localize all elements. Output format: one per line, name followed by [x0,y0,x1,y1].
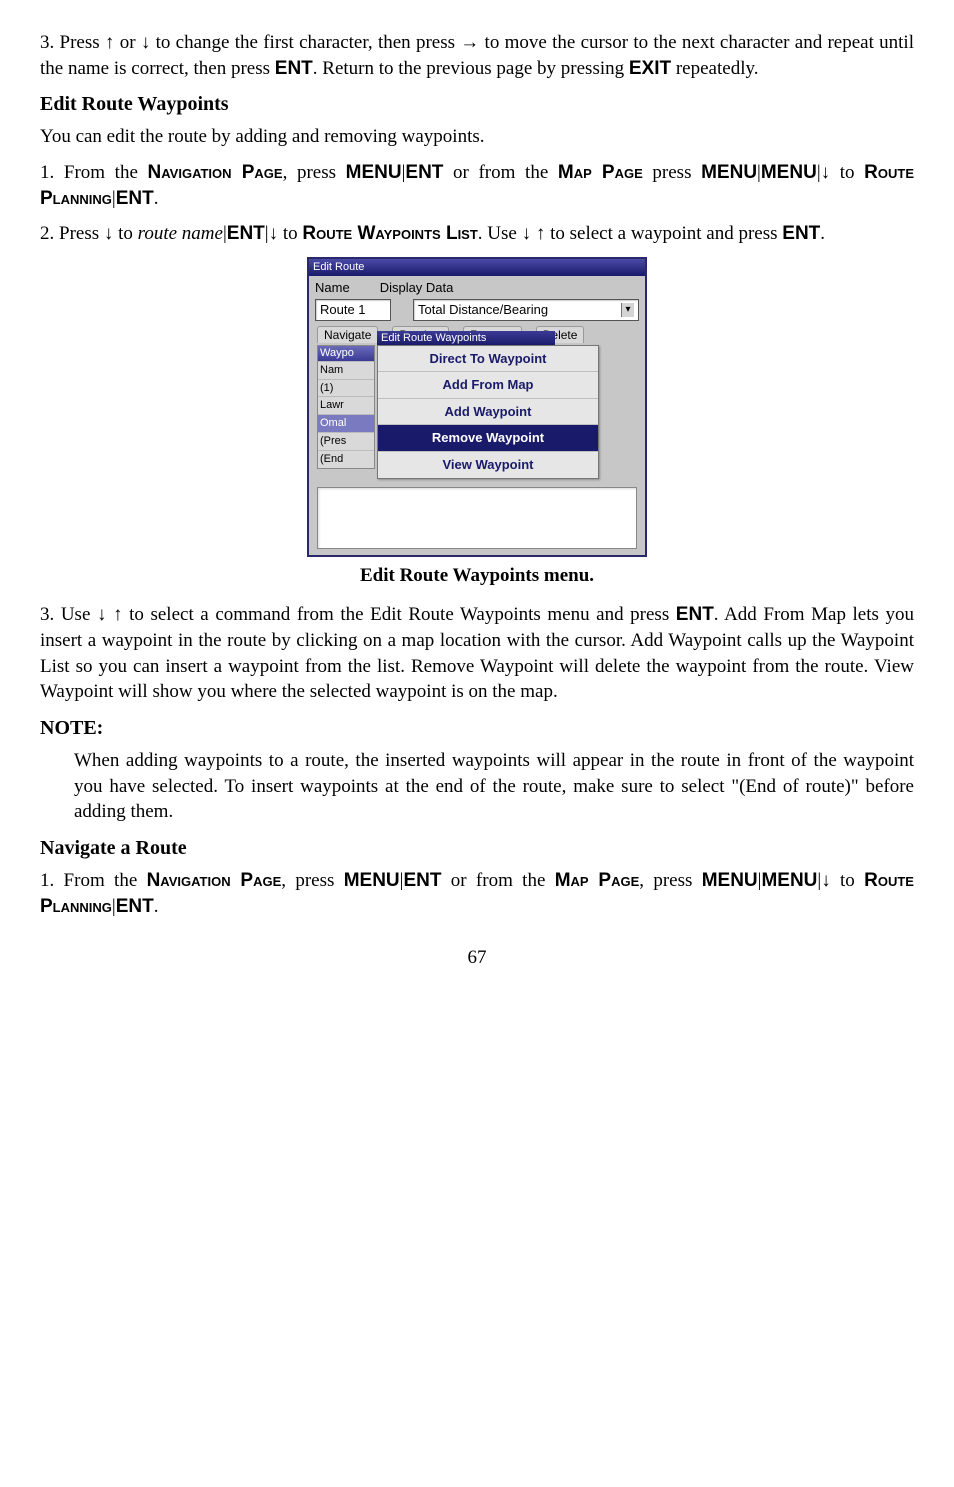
text: 3. Use [40,604,97,625]
note-body: When adding waypoints to a route, the in… [74,748,914,825]
key-ent: ENT [116,188,154,209]
key-menu: MENU [761,870,817,891]
text: to [278,223,302,244]
heading-navigate-route: Navigate a Route [40,835,914,862]
text: . Return to the previous page by pressin… [313,58,629,79]
text: . [154,896,159,917]
display-data-field[interactable]: Total Distance/Bearing ▾ [413,299,639,321]
dropdown-icon[interactable]: ▾ [621,303,634,317]
route-name-value: Route 1 [320,301,366,319]
text: to [831,870,864,891]
map-page: Map Page [555,870,640,891]
menu-item-add-from-map[interactable]: Add From Map [378,372,598,399]
text: repeatedly. [671,58,758,79]
inner-window-titlebar: Edit Route Waypoints [377,331,555,346]
paragraph-step3: 3. Use ↓ ↑ to select a command from the … [40,602,914,705]
text: 2. Press [40,223,104,244]
key-ent: ENT [227,223,265,244]
left-cell: (End [318,450,374,468]
down-arrow-icon: ↓ [269,223,279,244]
key-ent: ENT [782,223,820,244]
up-arrow-icon: ↑ [113,604,123,625]
text: , press [283,162,346,183]
page-number: 67 [40,945,914,971]
paragraph-step3-intro: 3. Press ↑ or ↓ to change the first char… [40,30,914,81]
down-arrow-icon: ↓ [821,162,831,183]
left-cell: Lawr [318,396,374,414]
down-arrow-icon: ↓ [821,870,831,891]
up-arrow-icon: ↑ [105,32,115,53]
menu-item-view-waypoint[interactable]: View Waypoint [378,452,598,478]
display-data-value: Total Distance/Bearing [418,301,548,319]
up-arrow-icon: ↑ [536,223,546,244]
window-titlebar: Edit Route [309,259,645,276]
route-waypoints-list: Route Waypoints List [302,223,477,244]
map-page: Map Page [558,162,643,183]
left-cell: (Pres [318,432,374,450]
key-ent: ENT [405,162,443,183]
key-ent: ENT [116,896,154,917]
left-cell: Omal [318,414,374,432]
down-arrow-icon: ↓ [104,223,114,244]
name-label: Name [315,279,350,297]
text: , press [281,870,343,891]
route-name-field[interactable]: Route 1 [315,299,391,321]
text: or from the [443,162,558,183]
key-ent: ENT [275,58,313,79]
screenshot: Edit Route Name Display Data Route 1 Tot… [307,257,647,557]
key-menu: MENU [346,162,402,183]
text: to [113,223,137,244]
paragraph-navigate-step1: 1. From the Navigation Page, press MENU|… [40,868,914,919]
menu-item-add-waypoint[interactable]: Add Waypoint [378,399,598,426]
text: 3. Press [40,32,105,53]
text: press [643,162,701,183]
text: 1. From the [40,162,148,183]
screenshot-container: Edit Route Name Display Data Route 1 Tot… [307,257,647,557]
tab-navigate[interactable]: Navigate [317,326,378,343]
paragraph-intro: You can edit the route by adding and rem… [40,124,914,150]
left-col-header: Waypo [318,346,374,361]
key-exit: EXIT [629,58,671,79]
heading-edit-route-waypoints: Edit Route Waypoints [40,91,914,118]
text: to change the first character, then pres… [150,32,460,53]
paragraph-step1: 1. From the Navigation Page, press MENU|… [40,160,914,211]
left-column: Waypo Nam (1) Lawr Omal (Pres (End [317,345,375,469]
text: or from the [441,870,554,891]
screenshot-caption: Edit Route Waypoints menu. [40,563,914,589]
menu-item-direct-to[interactable]: Direct To Waypoint [378,346,598,373]
left-cell: (1) [318,379,374,397]
key-menu: MENU [344,870,400,891]
context-menu: Direct To Waypoint Add From Map Add Wayp… [377,345,599,479]
right-arrow-icon: → [460,32,479,53]
down-arrow-icon: ↓ [522,223,532,244]
down-arrow-icon: ↓ [141,32,151,53]
text: 1. From the [40,870,147,891]
key-ent: ENT [676,604,714,625]
text: . [154,188,159,209]
text: to [830,162,864,183]
note-heading: NOTE: [40,715,914,742]
text: to select a waypoint and press [545,223,782,244]
text: . [820,223,825,244]
text: to select a command from the Edit Route … [123,604,676,625]
key-menu: MENU [701,162,757,183]
down-arrow-icon: ↓ [97,604,107,625]
display-data-label: Display Data [380,279,454,297]
menu-item-remove-waypoint[interactable]: Remove Waypoint [378,425,598,452]
nav-page: Navigation Page [148,162,283,183]
text: . Use [478,223,522,244]
route-name-italic: route name [138,223,223,244]
key-menu: MENU [702,870,758,891]
nav-page: Navigation Page [147,870,282,891]
inner-bottom-panel [317,487,637,549]
key-ent: ENT [403,870,441,891]
paragraph-step2: 2. Press ↓ to route name|ENT|↓ to Route … [40,221,914,247]
text: , press [639,870,701,891]
left-cell: Nam [318,361,374,379]
text: or [114,32,140,53]
key-menu: MENU [761,162,817,183]
